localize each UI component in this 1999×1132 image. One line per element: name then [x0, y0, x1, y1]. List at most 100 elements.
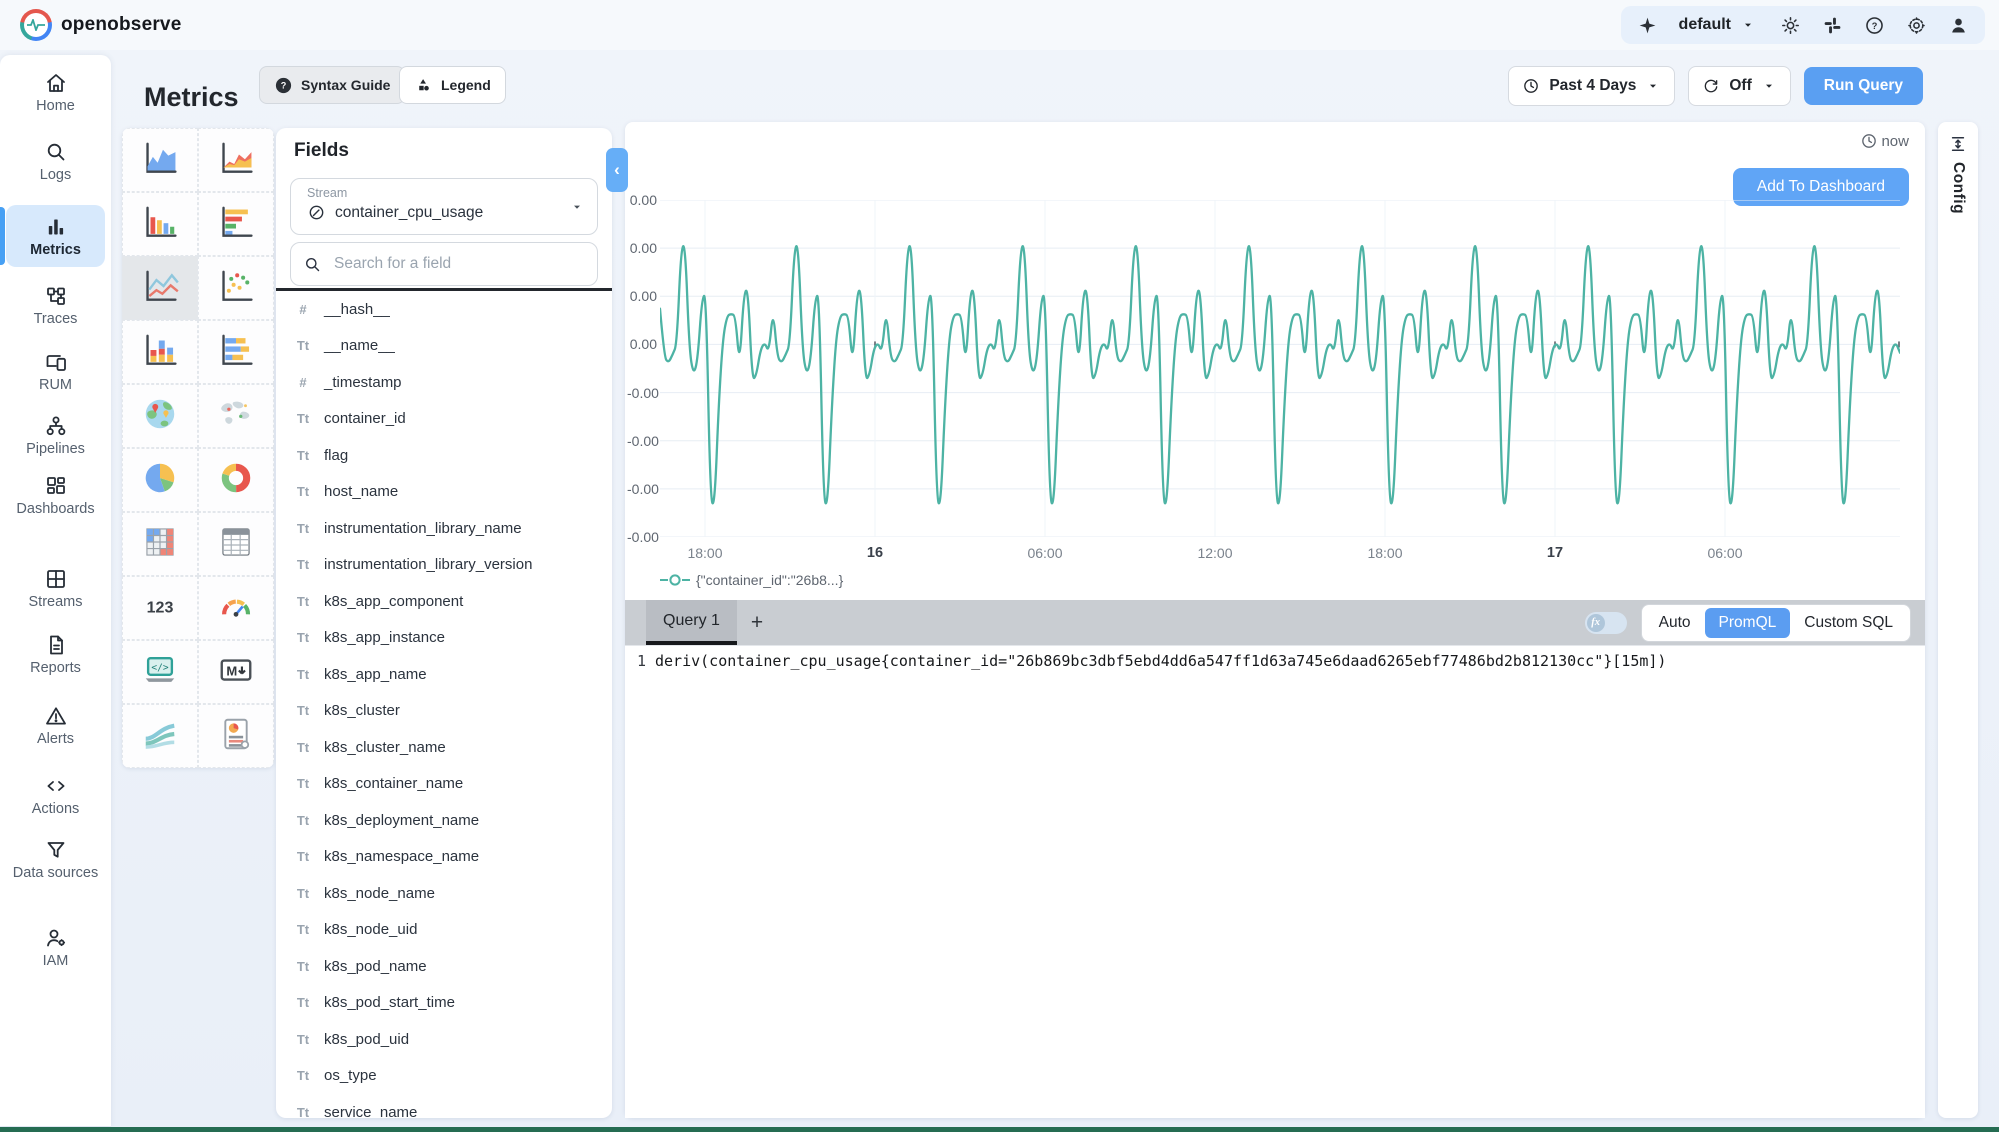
query-editor[interactable]: 1 deriv(container_cpu_usage{container_id…	[625, 645, 1925, 1118]
chart-type-line-chart[interactable]	[122, 256, 198, 320]
field-item[interactable]: Ttk8s_pod_name	[276, 948, 612, 985]
sidebar-item-label: Logs	[0, 167, 111, 183]
syntax-guide-button[interactable]: ? Syntax Guide	[259, 66, 405, 104]
sidebar-item-label: Alerts	[0, 731, 111, 747]
query-mode-custom-sql[interactable]: Custom SQL	[1790, 608, 1907, 638]
field-item[interactable]: Ttk8s_namespace_name	[276, 839, 612, 876]
metrics-explorer-card: now Add To Dashboard 0.000.000.000.00-0.…	[625, 122, 1925, 1118]
sidebar-item-home[interactable]: Home	[0, 70, 111, 114]
text-type-icon: Tt	[293, 667, 313, 682]
chart-type-sankey[interactable]	[122, 704, 198, 768]
promql-query-text[interactable]: deriv(container_cpu_usage{container_id="…	[655, 652, 1666, 670]
sidebar-item-metrics[interactable]: Metrics	[6, 205, 105, 267]
chart-legend-item[interactable]: {"container_id":"26b8...}	[660, 572, 843, 588]
settings-gear-icon[interactable]	[1905, 14, 1927, 36]
field-name: k8s_cluster_name	[324, 739, 446, 756]
text-type-icon: Tt	[293, 959, 313, 974]
field-name: k8s_pod_uid	[324, 1031, 409, 1048]
bar-chart-icon	[6, 214, 105, 240]
chart-type-horizontal-bar-chart[interactable]	[198, 192, 274, 256]
refresh-interval-select[interactable]: Off	[1688, 66, 1790, 106]
chart-type-scatter-chart[interactable]	[198, 256, 274, 320]
time-range-select[interactable]: Past 4 Days	[1508, 66, 1675, 106]
sidebar-item-traces[interactable]: Traces	[0, 283, 111, 327]
chart-type-table[interactable]	[198, 512, 274, 576]
sidebar-item-label: Reports	[0, 660, 111, 676]
field-item[interactable]: Ttk8s_deployment_name	[276, 802, 612, 839]
org-selector[interactable]: default	[1679, 14, 1759, 36]
field-item[interactable]: Ttservice_name	[276, 1094, 612, 1118]
chart-type-markdown[interactable]: M	[198, 640, 274, 704]
line-chart-icon	[141, 267, 179, 310]
field-item[interactable]: Ttk8s_pod_uid	[276, 1021, 612, 1058]
sidebar-item-iam[interactable]: IAM	[0, 925, 111, 969]
legend-shapes-icon	[414, 76, 433, 95]
field-item[interactable]: Ttk8s_app_component	[276, 583, 612, 620]
chart-type-stacked-area-chart[interactable]	[198, 128, 274, 192]
stream-select[interactable]: Stream container_cpu_usage	[290, 178, 598, 235]
sidebar-item-streams[interactable]: Streams	[0, 566, 111, 610]
field-item[interactable]: Ttinstrumentation_library_name	[276, 510, 612, 547]
sparkle-icon[interactable]	[1637, 14, 1659, 36]
sidebar-item-pipelines[interactable]: Pipelines	[0, 413, 111, 457]
run-query-button[interactable]: Run Query	[1804, 67, 1923, 105]
field-item[interactable]: Tthost_name	[276, 474, 612, 511]
field-item[interactable]: #_timestamp	[276, 364, 612, 401]
field-item[interactable]: Ttcontainer_id	[276, 401, 612, 438]
field-item[interactable]: Ttk8s_container_name	[276, 766, 612, 803]
user-avatar-icon[interactable]	[1947, 14, 1969, 36]
stacked-area-chart-icon	[217, 139, 255, 182]
chart-type-bar-chart[interactable]	[122, 192, 198, 256]
chart-type-geo-map[interactable]	[122, 384, 198, 448]
chart-type-metric-text[interactable]: 123	[122, 576, 198, 640]
field-item[interactable]: Ttk8s_node_name	[276, 875, 612, 912]
chart-type-pie-chart[interactable]	[122, 448, 198, 512]
field-item[interactable]: Ttk8s_app_name	[276, 656, 612, 693]
query-mode-auto[interactable]: Auto	[1645, 608, 1705, 638]
field-item[interactable]: Ttk8s_cluster_name	[276, 729, 612, 766]
field-item[interactable]: Ttk8s_app_instance	[276, 620, 612, 657]
time-range-value: Past 4 Days	[1549, 77, 1636, 95]
fields-panel-title: Fields	[294, 140, 349, 162]
field-item[interactable]: Tt__name__	[276, 328, 612, 365]
chart-type-custom-chart[interactable]	[198, 704, 274, 768]
query-mode-promql[interactable]: PromQL	[1705, 608, 1791, 638]
add-query-button[interactable]: +	[751, 611, 763, 635]
legend-marker-icon	[660, 573, 690, 587]
field-item[interactable]: Ttflag	[276, 437, 612, 474]
chart-type-stacked-bar-chart[interactable]	[122, 320, 198, 384]
legend-button[interactable]: Legend	[399, 66, 506, 104]
chart-type-heatmap[interactable]	[122, 512, 198, 576]
query-tab[interactable]: Query 1	[646, 600, 737, 645]
fx-toggle[interactable]: fx	[1585, 612, 1627, 634]
text-type-icon: Tt	[293, 703, 313, 718]
field-item[interactable]: Ttk8s_node_uid	[276, 912, 612, 949]
field-item[interactable]: Ttk8s_cluster	[276, 693, 612, 730]
sidebar-item-logs[interactable]: Logs	[0, 139, 111, 183]
help-icon[interactable]: ?	[1863, 14, 1885, 36]
chart-type-world-map[interactable]	[198, 384, 274, 448]
config-panel-tab[interactable]: Config	[1938, 122, 1978, 1118]
chart-type-gauge[interactable]	[198, 576, 274, 640]
field-item[interactable]: Ttk8s_pod_start_time	[276, 985, 612, 1022]
chart-type-horizontal-stacked-bar-chart[interactable]	[198, 320, 274, 384]
field-item[interactable]: #__hash__	[276, 291, 612, 328]
chart-type-donut-chart[interactable]	[198, 448, 274, 512]
slack-icon[interactable]	[1821, 14, 1843, 36]
chart-type-area-chart[interactable]	[122, 128, 198, 192]
sidebar-item-reports[interactable]: Reports	[0, 632, 111, 676]
topbar: openobserve default ?	[0, 0, 1999, 50]
chart-type-html[interactable]: </>	[122, 640, 198, 704]
line-chart-plot[interactable]: 0.000.000.000.00-0.00-0.00-0.00-0.00	[660, 200, 1900, 537]
sidebar-item-data-sources[interactable]: Data sources	[0, 837, 111, 881]
sidebar-item-dashboards[interactable]: Dashboards	[0, 473, 111, 517]
sidebar-item-alerts[interactable]: Alerts	[0, 703, 111, 747]
bottom-accent-bar	[0, 1127, 1999, 1132]
sidebar-item-actions[interactable]: Actions	[0, 773, 111, 817]
collapse-fields-button[interactable]: ‹	[606, 148, 628, 192]
theme-toggle-icon[interactable]	[1779, 14, 1801, 36]
field-item[interactable]: Ttinstrumentation_library_version	[276, 547, 612, 584]
field-item[interactable]: Ttos_type	[276, 1058, 612, 1095]
sidebar-item-rum[interactable]: RUM	[0, 349, 111, 393]
field-search-input[interactable]	[332, 254, 585, 274]
